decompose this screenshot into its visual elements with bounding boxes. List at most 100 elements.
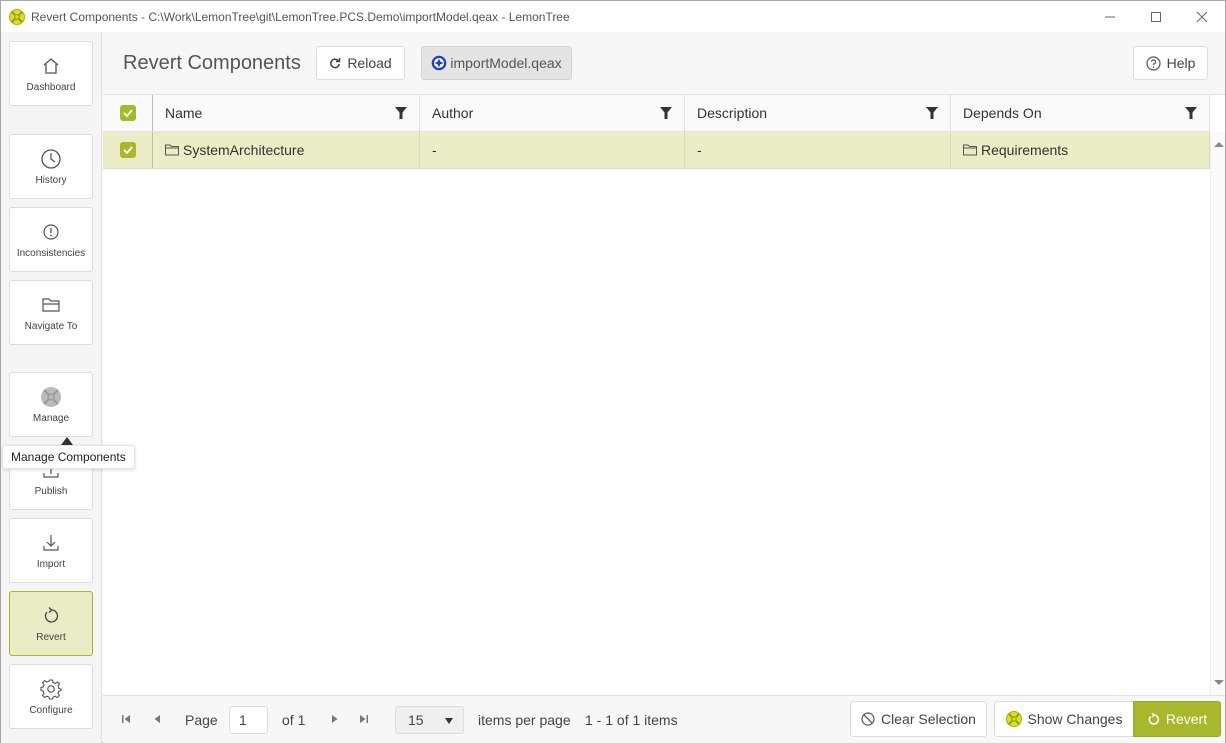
next-page-icon [332, 715, 338, 723]
filter-icon[interactable] [395, 107, 407, 119]
reload-label: Reload [347, 55, 392, 71]
sidebar-item-history[interactable]: History [9, 134, 93, 199]
gear-icon [40, 678, 62, 700]
sidebar-item-dashboard[interactable]: Dashboard [9, 41, 93, 106]
row-checkbox-cell [103, 132, 153, 168]
table-row[interactable]: SystemArchitecture - - Requirements [103, 132, 1210, 169]
page-title: Revert Components [123, 52, 301, 74]
tooltip: Manage Components [2, 445, 135, 469]
minimize-button[interactable] [1087, 1, 1133, 32]
help-label: Help [1166, 55, 1196, 71]
column-header-author[interactable]: Author [420, 95, 685, 131]
download-icon [40, 532, 62, 554]
window-controls [1087, 1, 1225, 32]
cell-name: SystemArchitecture [153, 132, 420, 168]
chevron-down-icon [445, 718, 453, 724]
check-icon [122, 146, 133, 154]
sidebar: Dashboard History Inconsistencies Naviga… [1, 32, 102, 743]
clock-icon [40, 148, 62, 170]
column-header-name[interactable]: Name [153, 95, 420, 131]
column-title: Name [165, 105, 203, 121]
cell-description: - [685, 132, 951, 168]
revert-label: Revert [1165, 711, 1208, 727]
pager-summary: 1 - 1 of 1 items [585, 712, 678, 728]
lemontree-logo-icon [9, 8, 25, 25]
row-checkbox[interactable] [119, 142, 136, 158]
sidebar-item-label: Manage [32, 412, 70, 424]
vertical-scrollbar[interactable] [1210, 132, 1225, 695]
folder-icon [963, 144, 977, 156]
reload-button[interactable]: Reload [316, 46, 405, 80]
reload-icon [329, 57, 341, 69]
main-panel: Revert Components Reload importModel.qea… [103, 32, 1225, 743]
minimize-icon [1105, 16, 1115, 17]
page-size-dropdown[interactable]: 15 [395, 706, 464, 734]
window-title: Revert Components - C:\Work\LemonTree\gi… [31, 9, 570, 24]
cell-depends-on: Requirements [951, 132, 1210, 168]
sidebar-item-label: Dashboard [26, 81, 76, 93]
maximize-icon [1151, 11, 1161, 22]
first-page-button[interactable] [121, 714, 131, 724]
help-button[interactable]: Help [1133, 46, 1208, 80]
column-header-depends-on[interactable]: Depends On [951, 95, 1210, 131]
app-window: Revert Components - C:\Work\LemonTree\gi… [0, 0, 1226, 743]
sidebar-item-label: Revert [36, 631, 66, 643]
column-title: Depends On [963, 105, 1042, 121]
revert-icon [40, 605, 62, 627]
folder-icon [165, 144, 179, 156]
sidebar-item-import[interactable]: Import [9, 518, 93, 583]
select-all-checkbox[interactable] [119, 105, 136, 121]
components-grid: Name Author Description Depends On Syste… [103, 95, 1225, 695]
close-button[interactable] [1179, 1, 1225, 32]
items-per-page-label: items per page [478, 712, 571, 728]
last-page-icon [360, 715, 368, 723]
filter-icon[interactable] [660, 107, 672, 119]
ea-model-icon [431, 55, 447, 71]
scroll-down-arrow[interactable] [1214, 680, 1224, 685]
sidebar-item-label: Publish [34, 485, 68, 497]
filter-icon[interactable] [1185, 107, 1197, 119]
column-title: Author [432, 105, 474, 121]
sidebar-item-label: Inconsistencies [16, 247, 86, 259]
home-icon [40, 55, 62, 77]
sidebar-item-navigate-to[interactable]: Navigate To [9, 280, 93, 345]
previous-page-icon [154, 715, 160, 723]
depends-on-value: Requirements [981, 142, 1069, 158]
cell-author: - [420, 132, 685, 168]
last-page-button[interactable] [359, 714, 369, 724]
page-label: Page [185, 712, 218, 728]
model-file-label: importModel.qeax [450, 55, 562, 71]
toolbar: Revert Components Reload importModel.qea… [103, 32, 1225, 95]
maximize-button[interactable] [1133, 1, 1179, 32]
sidebar-item-revert[interactable]: Revert [9, 591, 93, 656]
revert-button[interactable]: Revert [1133, 701, 1221, 737]
scroll-up-arrow[interactable] [1214, 142, 1224, 147]
title-bar: Revert Components - C:\Work\LemonTree\gi… [1, 1, 1225, 32]
filter-icon[interactable] [926, 107, 938, 119]
previous-page-button[interactable] [152, 714, 162, 724]
sidebar-item-inconsistencies[interactable]: Inconsistencies [9, 207, 93, 272]
header-checkbox-cell [103, 95, 153, 131]
clear-selection-button[interactable]: Clear Selection [850, 701, 987, 737]
sidebar-item-configure[interactable]: Configure [9, 664, 93, 729]
show-changes-button[interactable]: Show Changes [994, 701, 1134, 737]
first-page-icon [122, 715, 130, 723]
column-header-description[interactable]: Description [685, 95, 951, 131]
ban-icon [861, 712, 875, 726]
description-value: - [697, 142, 702, 158]
folder-open-icon [40, 294, 62, 316]
page-count-label: of 1 [282, 712, 306, 728]
model-file-button[interactable]: importModel.qeax [421, 46, 572, 80]
next-page-button[interactable] [330, 714, 340, 724]
column-title: Description [697, 105, 768, 121]
grid-header: Name Author Description Depends On [103, 95, 1210, 132]
lemontree-logo-icon [1005, 711, 1022, 727]
show-changes-label: Show Changes [1027, 711, 1123, 727]
tooltip-arrow [61, 437, 73, 445]
check-icon [122, 109, 133, 117]
sidebar-item-label: Configure [29, 704, 73, 716]
clear-selection-label: Clear Selection [881, 711, 976, 727]
page-number-input[interactable]: 1 [229, 706, 268, 734]
pager-footer: Page 1 of 1 15 items per page 1 - 1 of 1… [103, 695, 1225, 743]
sidebar-item-manage[interactable]: Manage [9, 372, 93, 437]
